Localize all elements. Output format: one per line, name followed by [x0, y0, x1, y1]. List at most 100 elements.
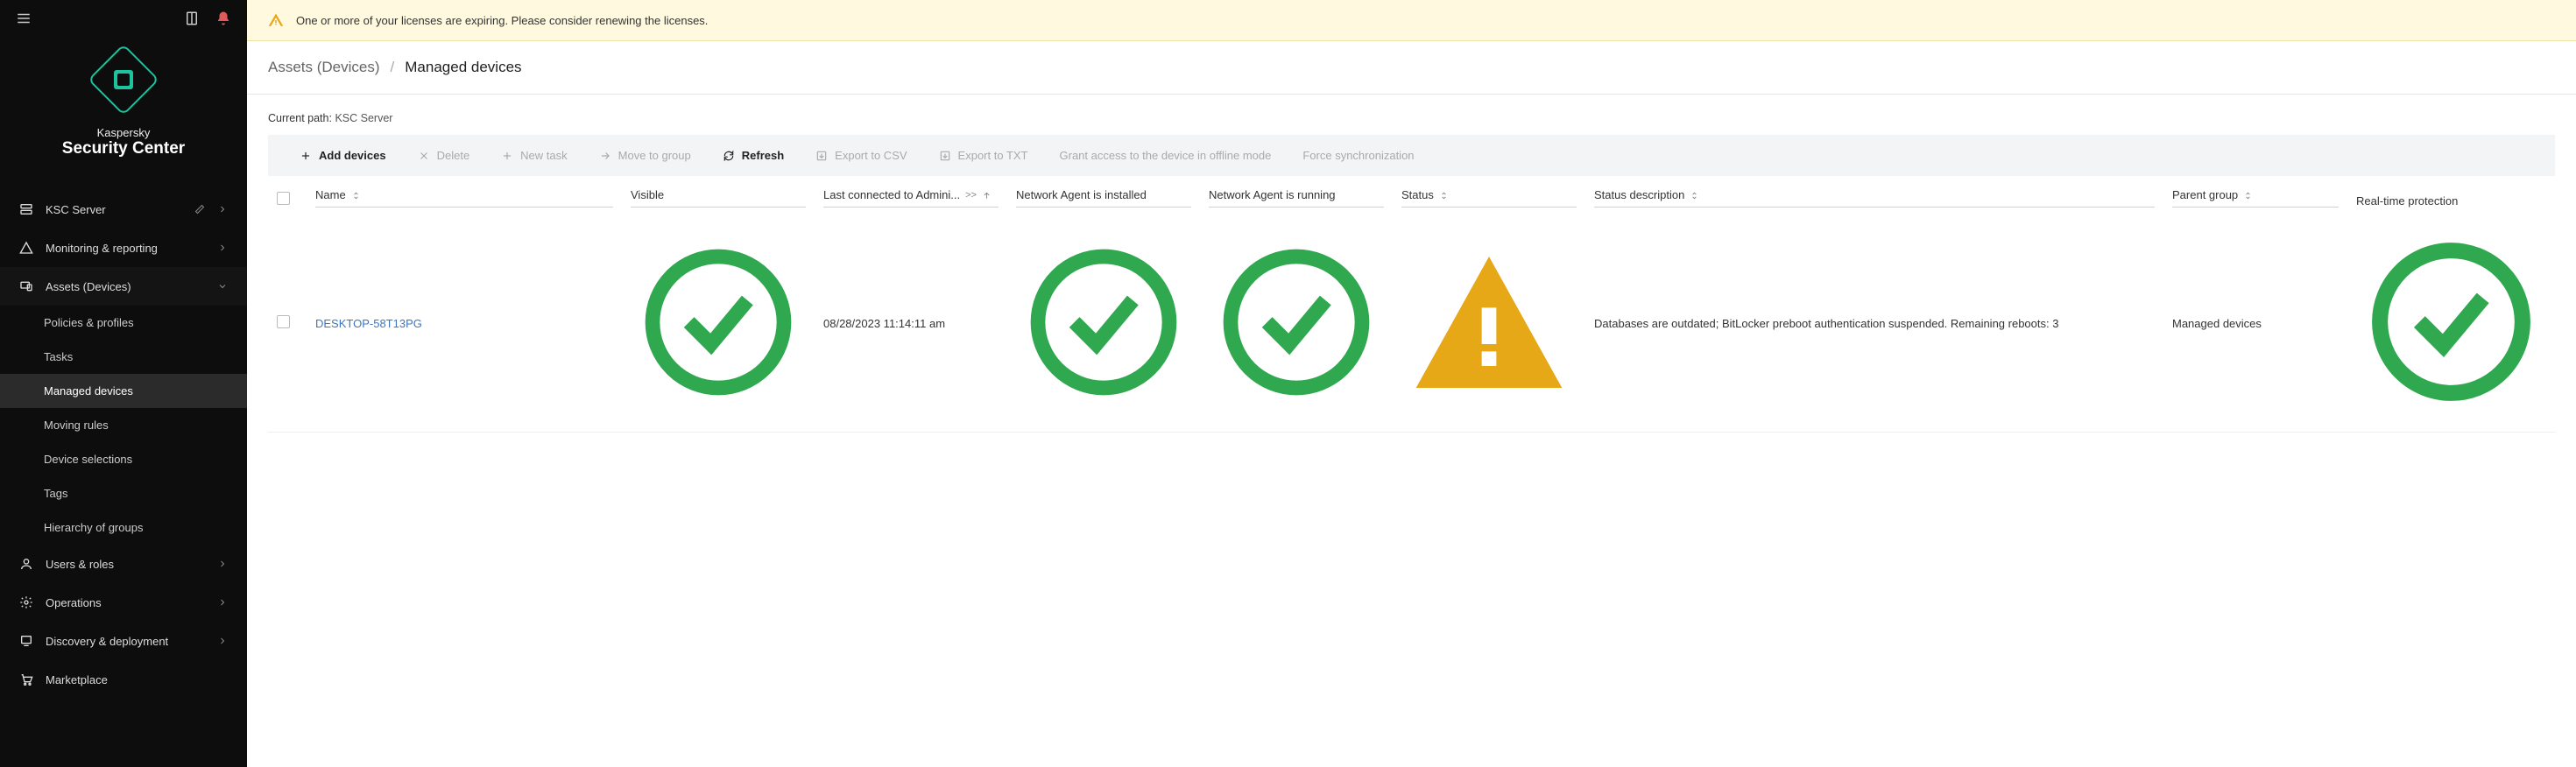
warning-triangle-icon: [268, 12, 284, 28]
sidebar-item-label: Moving rules: [44, 419, 228, 432]
button-label: Add devices: [319, 149, 386, 162]
sort-icon: [1439, 190, 1449, 200]
sidebar-item-label: Tags: [44, 487, 228, 500]
table-row[interactable]: DESKTOP-58T13PG 08/28/2023 11:14:11 am D…: [268, 215, 2555, 433]
chevron-down-icon: [217, 281, 228, 292]
sidebar-item-moving-rules[interactable]: Moving rules: [0, 408, 247, 442]
table-header-row: Name Visible Last connected to Admini...…: [268, 176, 2555, 215]
sidebar-item-device-selections[interactable]: Device selections: [0, 442, 247, 476]
sidebar-item-ksc-server[interactable]: KSC Server: [0, 190, 247, 229]
force-sync-button[interactable]: Force synchronization: [1288, 142, 1428, 169]
col-label: Last connected to Admini...: [823, 188, 960, 201]
sidebar-item-label: Operations: [46, 596, 205, 609]
col-label: Status description: [1594, 188, 1684, 201]
server-icon: [19, 202, 33, 216]
check-circle-icon: [2356, 406, 2546, 419]
col-checkbox: [268, 176, 307, 215]
col-agent-installed[interactable]: Network Agent is installed: [1007, 176, 1200, 215]
check-circle-icon: [631, 399, 806, 412]
edit-icon[interactable]: [194, 204, 205, 215]
sidebar-item-managed-devices[interactable]: Managed devices: [0, 374, 247, 408]
delete-button[interactable]: Delete: [404, 142, 484, 169]
add-devices-button[interactable]: Add devices: [286, 142, 400, 169]
sidebar-nav: KSC Server Monitoring & reporting Assets…: [0, 190, 247, 699]
refresh-icon: [723, 150, 735, 162]
export-csv-button[interactable]: Export to CSV: [801, 142, 921, 169]
row-checkbox[interactable]: [277, 315, 290, 328]
col-label: Name: [315, 188, 346, 201]
breadcrumb: Assets (Devices) / Managed devices: [247, 41, 2576, 95]
col-parent-group[interactable]: Parent group: [2163, 176, 2347, 215]
brand-line2: Security Center: [62, 139, 185, 158]
sidebar-item-label: Users & roles: [46, 558, 205, 571]
col-label: Real-time protection: [2356, 194, 2458, 208]
breadcrumb-parent[interactable]: Assets (Devices): [268, 59, 380, 76]
chevron-right-icon: [217, 204, 228, 215]
sidebar: Kaspersky Security Center KSC Server Mon…: [0, 0, 247, 767]
select-all-checkbox[interactable]: [277, 192, 290, 205]
status-desc-value: Databases are outdated; BitLocker preboo…: [1594, 317, 2058, 330]
sidebar-item-hierarchy[interactable]: Hierarchy of groups: [0, 510, 247, 545]
sidebar-item-label: KSC Server: [46, 203, 182, 216]
menu-icon[interactable]: [16, 11, 32, 26]
refresh-button[interactable]: Refresh: [709, 142, 798, 169]
sidebar-item-users[interactable]: Users & roles: [0, 545, 247, 583]
table-body: DESKTOP-58T13PG 08/28/2023 11:14:11 am D…: [268, 215, 2555, 433]
close-icon: [418, 150, 430, 162]
button-label: Refresh: [742, 149, 784, 162]
sidebar-sub-assets: Policies & profiles Tasks Managed device…: [0, 306, 247, 545]
sort-icon: [351, 190, 361, 200]
sidebar-item-tags[interactable]: Tags: [0, 476, 247, 510]
breadcrumb-separator: /: [391, 59, 395, 76]
bell-icon[interactable]: [215, 11, 231, 26]
sidebar-item-monitoring[interactable]: Monitoring & reporting: [0, 229, 247, 267]
button-label: Grant access to the device in offline mo…: [1060, 149, 1272, 162]
col-status-desc[interactable]: Status description: [1585, 176, 2163, 215]
export-icon: [815, 150, 828, 162]
col-name[interactable]: Name: [307, 176, 622, 215]
button-label: Move to group: [618, 149, 691, 162]
chevron-right-icon: [217, 636, 228, 646]
main-content: One or more of your licenses are expirin…: [247, 0, 2576, 767]
sidebar-item-label: Hierarchy of groups: [44, 521, 228, 534]
sidebar-item-assets[interactable]: Assets (Devices): [0, 267, 247, 306]
book-icon[interactable]: [184, 11, 200, 26]
col-arrows: >>: [965, 190, 977, 201]
button-label: Export to CSV: [835, 149, 907, 162]
user-icon: [19, 557, 33, 571]
col-label: Parent group: [2172, 188, 2238, 201]
export-txt-button[interactable]: Export to TXT: [925, 142, 1042, 169]
sidebar-item-marketplace[interactable]: Marketplace: [0, 660, 247, 699]
brand-block: Kaspersky Security Center: [0, 37, 247, 190]
sidebar-item-discovery[interactable]: Discovery & deployment: [0, 622, 247, 660]
move-icon: [599, 150, 611, 162]
toolbar: Add devices Delete New task Move to grou…: [268, 135, 2555, 176]
parent-group-value: Managed devices: [2172, 317, 2262, 330]
current-path: Current path: KSC Server: [247, 95, 2576, 135]
sidebar-item-operations[interactable]: Operations: [0, 583, 247, 622]
sidebar-item-label: Monitoring & reporting: [46, 242, 205, 255]
banner-text: One or more of your licenses are expirin…: [296, 14, 708, 27]
last-connected-value: 08/28/2023 11:14:11 am: [823, 317, 945, 330]
col-visible[interactable]: Visible: [622, 176, 815, 215]
plus-icon: [501, 150, 513, 162]
move-to-group-button[interactable]: Move to group: [585, 142, 705, 169]
sidebar-item-label: Policies & profiles: [44, 316, 228, 329]
check-circle-icon: [1016, 399, 1191, 412]
license-warning-banner: One or more of your licenses are expirin…: [247, 0, 2576, 41]
col-agent-running[interactable]: Network Agent is running: [1200, 176, 1393, 215]
cart-icon: [19, 672, 33, 686]
sidebar-item-policies[interactable]: Policies & profiles: [0, 306, 247, 340]
sidebar-item-label: Assets (Devices): [46, 280, 205, 293]
col-last-connected[interactable]: Last connected to Admini... >>: [815, 176, 1007, 215]
gear-icon: [19, 595, 33, 609]
sidebar-item-tasks[interactable]: Tasks: [0, 340, 247, 374]
chevron-right-icon: [217, 243, 228, 253]
col-rtp[interactable]: Real-time protection: [2347, 176, 2555, 215]
grant-access-button[interactable]: Grant access to the device in offline mo…: [1046, 142, 1286, 169]
plus-icon: [300, 150, 312, 162]
device-name-link[interactable]: DESKTOP-58T13PG: [315, 317, 422, 330]
col-label: Status: [1401, 188, 1434, 201]
col-status[interactable]: Status: [1393, 176, 1585, 215]
new-task-button[interactable]: New task: [487, 142, 581, 169]
